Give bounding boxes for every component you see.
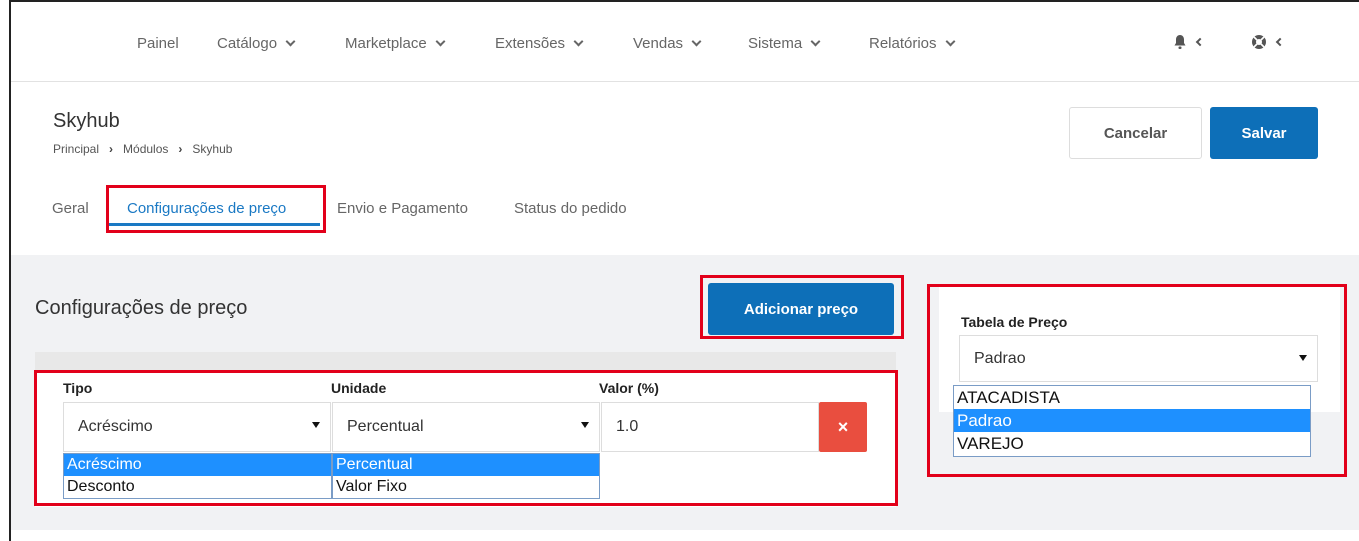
lifebuoy-icon	[1252, 35, 1266, 49]
nav-item-sistema[interactable]: Sistema	[748, 35, 821, 52]
column-label-valor: Valor (%)	[599, 380, 659, 396]
tab-geral[interactable]: Geral	[52, 200, 89, 217]
chevron-left-icon	[1195, 37, 1205, 47]
dropdown-option[interactable]: ATACADISTA	[954, 386, 1310, 409]
tipo-dropdown-list: Acréscimo Desconto	[63, 453, 332, 499]
unidade-dropdown-list: Percentual Valor Fixo	[332, 453, 600, 499]
delete-rule-button[interactable]: ×	[819, 402, 867, 452]
top-navigation: Painel Catálogo Marketplace Extensões Ve…	[11, 2, 1359, 82]
nav-item-marketplace[interactable]: Marketplace	[345, 35, 446, 52]
price-table-select-value: Padrao	[974, 349, 1026, 367]
chevron-down-icon	[573, 36, 584, 47]
breadcrumb-item[interactable]: Principal	[53, 142, 99, 156]
column-label-tipo: Tipo	[63, 380, 93, 396]
help-menu[interactable]	[1251, 34, 1285, 50]
active-tab-indicator	[109, 223, 320, 226]
valor-input[interactable]: 1.0	[601, 402, 819, 452]
nav-item-relatorios[interactable]: Relatórios	[869, 35, 955, 52]
notifications-menu[interactable]	[1173, 34, 1205, 50]
save-button[interactable]: Salvar	[1210, 107, 1318, 159]
chevron-down-icon	[435, 36, 446, 47]
price-table-dropdown-list: ATACADISTA Padrao VAREJO	[953, 385, 1311, 457]
nav-item-catalogo[interactable]: Catálogo	[217, 35, 296, 52]
breadcrumb: Principal › Módulos › Skyhub	[53, 142, 232, 156]
dropdown-option[interactable]: Desconto	[64, 476, 331, 498]
section-title: Configurações de preço	[35, 297, 248, 319]
bell-icon	[1174, 35, 1186, 49]
page-title: Skyhub	[53, 110, 120, 132]
dropdown-option[interactable]: Percentual	[333, 454, 599, 476]
dropdown-arrow-icon	[312, 422, 320, 428]
chevron-down-icon	[285, 36, 296, 47]
price-table-select[interactable]: Padrao	[959, 335, 1318, 382]
breadcrumb-separator-icon: ›	[109, 142, 114, 156]
app-window: Painel Catálogo Marketplace Extensões Ve…	[9, 0, 1359, 541]
dropdown-option[interactable]: Padrao	[954, 409, 1310, 432]
column-label-unidade: Unidade	[331, 380, 387, 396]
breadcrumb-item[interactable]: Módulos	[123, 142, 168, 156]
dropdown-arrow-icon	[581, 422, 589, 428]
dropdown-option[interactable]: VAREJO	[954, 432, 1310, 455]
tipo-select[interactable]: Acréscimo	[63, 402, 331, 452]
unidade-select[interactable]: Percentual	[332, 402, 600, 452]
chevron-down-icon	[810, 36, 821, 47]
tab-configuracoes-de-preco[interactable]: Configurações de preço	[127, 200, 286, 217]
add-price-button[interactable]: Adicionar preço	[708, 283, 894, 335]
chevron-left-icon	[1275, 37, 1285, 47]
tab-envio-e-pagamento[interactable]: Envio e Pagamento	[337, 200, 468, 217]
close-icon: ×	[837, 416, 849, 437]
cancel-button[interactable]: Cancelar	[1069, 107, 1202, 159]
nav-item-vendas[interactable]: Vendas	[633, 35, 702, 52]
unidade-select-value: Percentual	[347, 418, 424, 435]
chevron-down-icon	[691, 36, 702, 47]
nav-item-extensoes[interactable]: Extensões	[495, 35, 584, 52]
nav-item-painel[interactable]: Painel	[137, 35, 179, 52]
chevron-down-icon	[945, 36, 955, 47]
price-table-label: Tabela de Preço	[961, 314, 1068, 330]
tipo-select-value: Acréscimo	[78, 418, 153, 435]
breadcrumb-separator-icon: ›	[178, 142, 183, 156]
dropdown-option[interactable]: Valor Fixo	[333, 476, 599, 498]
tab-status-do-pedido[interactable]: Status do pedido	[514, 200, 627, 217]
dropdown-option[interactable]: Acréscimo	[64, 454, 331, 476]
dropdown-arrow-icon	[1299, 355, 1307, 361]
breadcrumb-item: Skyhub	[192, 142, 233, 156]
